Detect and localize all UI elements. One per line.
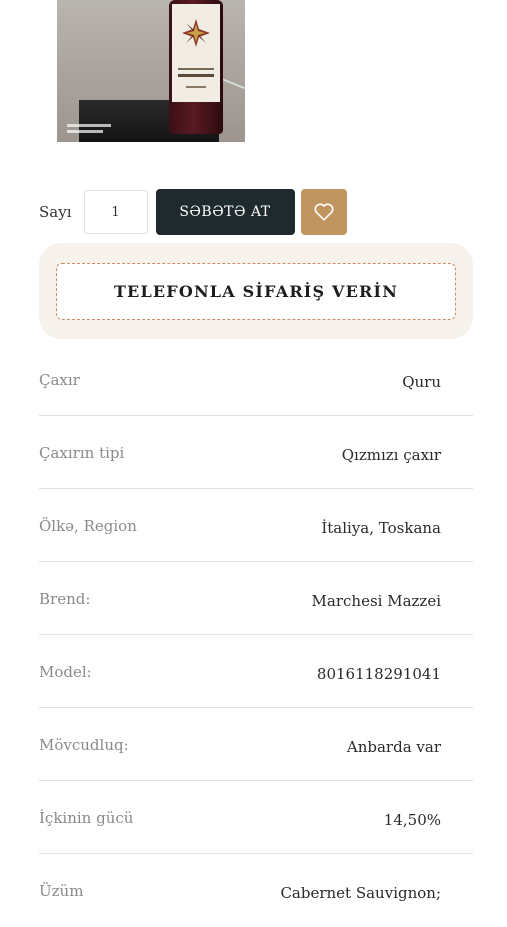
- specs-table: Çaxır Quru Çaxırın tipi Qızmızı çaxır Öl…: [39, 343, 473, 927]
- spec-value: 8016118291041: [316, 665, 441, 683]
- spec-row: Mövcudluq: Anbarda var: [39, 708, 473, 781]
- spec-row: Çaxırın tipi Qızmızı çaxır: [39, 416, 473, 489]
- product-image[interactable]: [57, 0, 245, 142]
- photo-watermark: [67, 124, 111, 127]
- label-line: [178, 68, 214, 70]
- spec-value: 14,50%: [383, 811, 441, 829]
- quantity-label: Sayı: [39, 203, 72, 221]
- spec-row: Brend: Marchesi Mazzei: [39, 562, 473, 635]
- purchase-row: Sayı SƏBƏTƏ AT: [39, 188, 347, 236]
- spec-key: Ölkə, Region: [39, 517, 137, 535]
- wishlist-button[interactable]: [300, 189, 347, 235]
- spec-key: Çaxır: [39, 371, 80, 389]
- spec-value: Cabernet Sauvignon;: [280, 884, 441, 902]
- quantity-input[interactable]: [83, 190, 148, 234]
- star-logo-icon: [182, 19, 210, 47]
- spec-value: İtaliya, Toskana: [321, 519, 441, 537]
- spec-value: Quru: [402, 373, 441, 391]
- spec-key: Üzüm: [39, 882, 84, 900]
- phone-order-button[interactable]: TELEFONLA SİFARİŞ VERİN: [56, 263, 456, 320]
- spec-key: Model:: [39, 663, 92, 681]
- spec-key: Çaxırın tipi: [39, 444, 125, 462]
- heart-icon: [314, 203, 333, 221]
- phone-order-box: TELEFONLA SİFARİŞ VERİN: [39, 243, 473, 339]
- spec-row: Çaxır Quru: [39, 343, 473, 416]
- bottle-label: [172, 4, 220, 102]
- label-line: [186, 86, 206, 88]
- add-to-cart-button[interactable]: SƏBƏTƏ AT: [155, 189, 295, 235]
- spec-value: Marchesi Mazzei: [311, 592, 441, 610]
- spec-row: Üzüm Cabernet Sauvignon;: [39, 854, 473, 927]
- spec-key: İçkinin gücü: [39, 809, 134, 827]
- spec-row: İçkinin gücü 14,50%: [39, 781, 473, 854]
- spec-key: Brend:: [39, 590, 91, 608]
- spec-row: Model: 8016118291041: [39, 635, 473, 708]
- spec-value: Qızmızı çaxır: [341, 446, 441, 464]
- spec-key: Mövcudluq:: [39, 736, 129, 754]
- spec-row: Ölkə, Region İtaliya, Toskana: [39, 489, 473, 562]
- wine-bottle: [169, 0, 223, 134]
- spec-value: Anbarda var: [346, 738, 441, 756]
- label-line: [178, 74, 214, 77]
- photo-watermark: [67, 130, 103, 133]
